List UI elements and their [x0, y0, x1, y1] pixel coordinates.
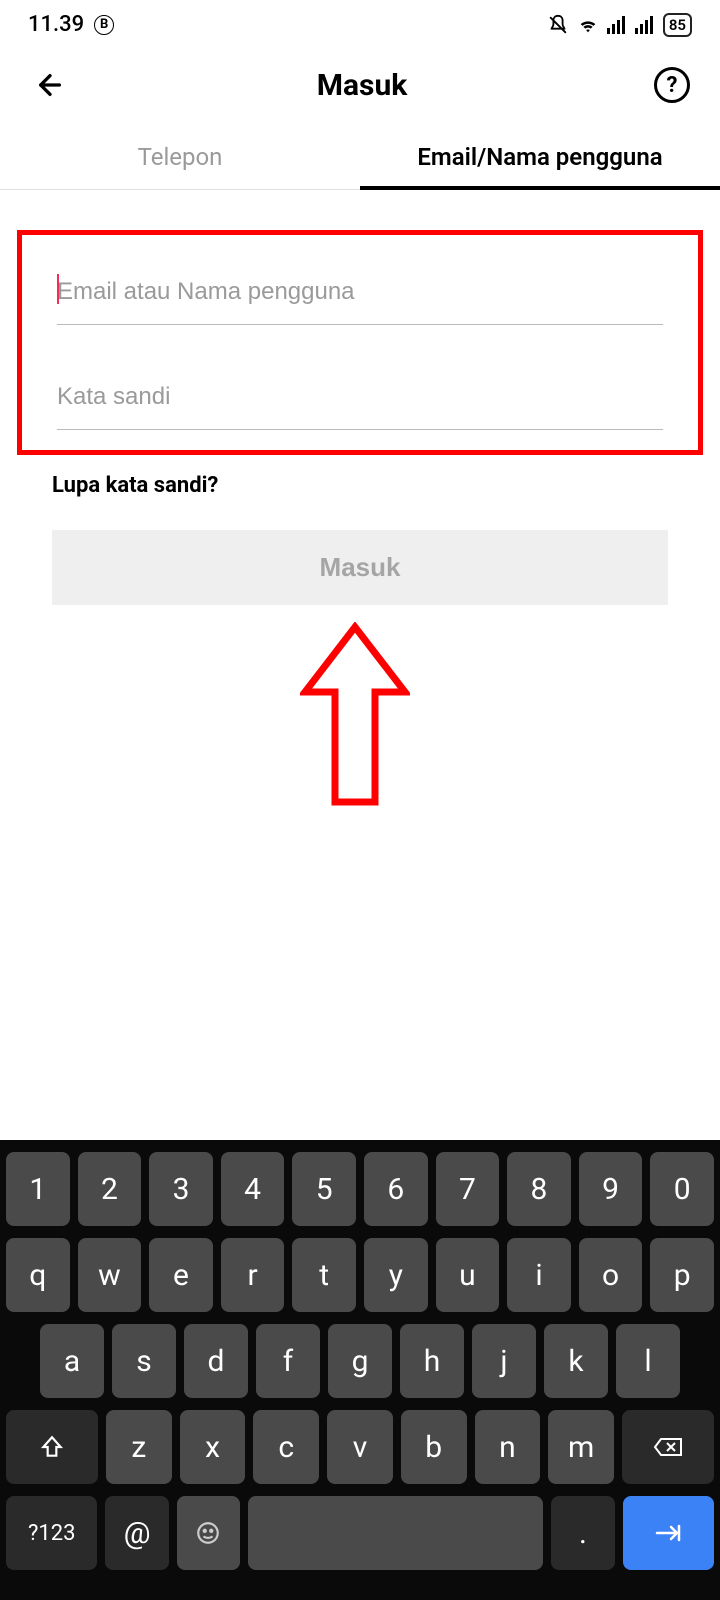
- key-k[interactable]: k: [544, 1324, 608, 1398]
- key-4[interactable]: 4: [221, 1152, 285, 1226]
- virtual-keyboard: 1 2 3 4 5 6 7 8 9 0 q w e r t y u i o p …: [0, 1140, 720, 1600]
- key-i[interactable]: i: [507, 1238, 571, 1312]
- key-e[interactable]: e: [149, 1238, 213, 1312]
- key-d[interactable]: d: [184, 1324, 248, 1398]
- key-x[interactable]: x: [180, 1410, 246, 1484]
- key-symbols[interactable]: ?123: [6, 1496, 97, 1570]
- key-0[interactable]: 0: [650, 1152, 714, 1226]
- key-period[interactable]: .: [551, 1496, 614, 1570]
- wifi-icon: [577, 14, 599, 36]
- key-9[interactable]: 9: [579, 1152, 643, 1226]
- key-5[interactable]: 5: [292, 1152, 356, 1226]
- key-space[interactable]: [248, 1496, 543, 1570]
- password-input[interactable]: [57, 365, 663, 430]
- key-m[interactable]: m: [548, 1410, 614, 1484]
- keyboard-row-1: 1 2 3 4 5 6 7 8 9 0: [6, 1152, 714, 1226]
- key-backspace[interactable]: [622, 1410, 714, 1484]
- page-title: Masuk: [317, 68, 408, 103]
- keyboard-row-4: z x c v b n m: [6, 1410, 714, 1484]
- signal-icon-2: [635, 16, 655, 34]
- key-c[interactable]: c: [253, 1410, 319, 1484]
- key-3[interactable]: 3: [149, 1152, 213, 1226]
- key-p[interactable]: p: [650, 1238, 714, 1312]
- key-emoji[interactable]: [177, 1496, 240, 1570]
- key-v[interactable]: v: [327, 1410, 393, 1484]
- email-input[interactable]: [57, 260, 663, 325]
- key-8[interactable]: 8: [507, 1152, 571, 1226]
- key-a[interactable]: a: [40, 1324, 104, 1398]
- key-o[interactable]: o: [579, 1238, 643, 1312]
- mute-icon: [547, 14, 569, 36]
- back-button[interactable]: [30, 65, 70, 105]
- key-n[interactable]: n: [475, 1410, 541, 1484]
- signal-icon-1: [607, 16, 627, 34]
- b-circle-icon: B: [94, 15, 114, 35]
- key-y[interactable]: y: [364, 1238, 428, 1312]
- key-r[interactable]: r: [221, 1238, 285, 1312]
- status-bar: 11.39 B 85: [0, 0, 720, 45]
- key-1[interactable]: 1: [6, 1152, 70, 1226]
- keyboard-row-2: q w e r t y u i o p: [6, 1238, 714, 1312]
- tab-phone[interactable]: Telepon: [0, 125, 360, 189]
- key-f[interactable]: f: [256, 1324, 320, 1398]
- key-2[interactable]: 2: [78, 1152, 142, 1226]
- tab-email[interactable]: Email/Nama pengguna: [360, 125, 720, 189]
- login-button[interactable]: Masuk: [52, 530, 668, 605]
- key-t[interactable]: t: [292, 1238, 356, 1312]
- key-at[interactable]: @: [105, 1496, 168, 1570]
- status-time: 11.39: [28, 12, 84, 37]
- key-g[interactable]: g: [328, 1324, 392, 1398]
- battery-indicator: 85: [663, 13, 692, 37]
- app-header: Masuk ?: [0, 45, 720, 125]
- key-u[interactable]: u: [436, 1238, 500, 1312]
- key-6[interactable]: 6: [364, 1152, 428, 1226]
- key-s[interactable]: s: [112, 1324, 176, 1398]
- key-l[interactable]: l: [616, 1324, 680, 1398]
- key-z[interactable]: z: [106, 1410, 172, 1484]
- tabs: Telepon Email/Nama pengguna: [0, 125, 720, 190]
- key-shift[interactable]: [6, 1410, 98, 1484]
- keyboard-row-3: a s d f g h j k l: [6, 1324, 714, 1398]
- forgot-password-link[interactable]: Lupa kata sandi?: [52, 473, 668, 498]
- key-enter[interactable]: [623, 1496, 714, 1570]
- annotation-highlight-box: [17, 230, 703, 455]
- keyboard-row-5: ?123 @ .: [6, 1496, 714, 1570]
- text-cursor: [57, 274, 59, 304]
- key-b[interactable]: b: [401, 1410, 467, 1484]
- help-button[interactable]: ?: [654, 67, 690, 103]
- key-w[interactable]: w: [78, 1238, 142, 1312]
- annotation-arrow-icon: [300, 622, 410, 807]
- key-h[interactable]: h: [400, 1324, 464, 1398]
- key-7[interactable]: 7: [436, 1152, 500, 1226]
- key-j[interactable]: j: [472, 1324, 536, 1398]
- key-q[interactable]: q: [6, 1238, 70, 1312]
